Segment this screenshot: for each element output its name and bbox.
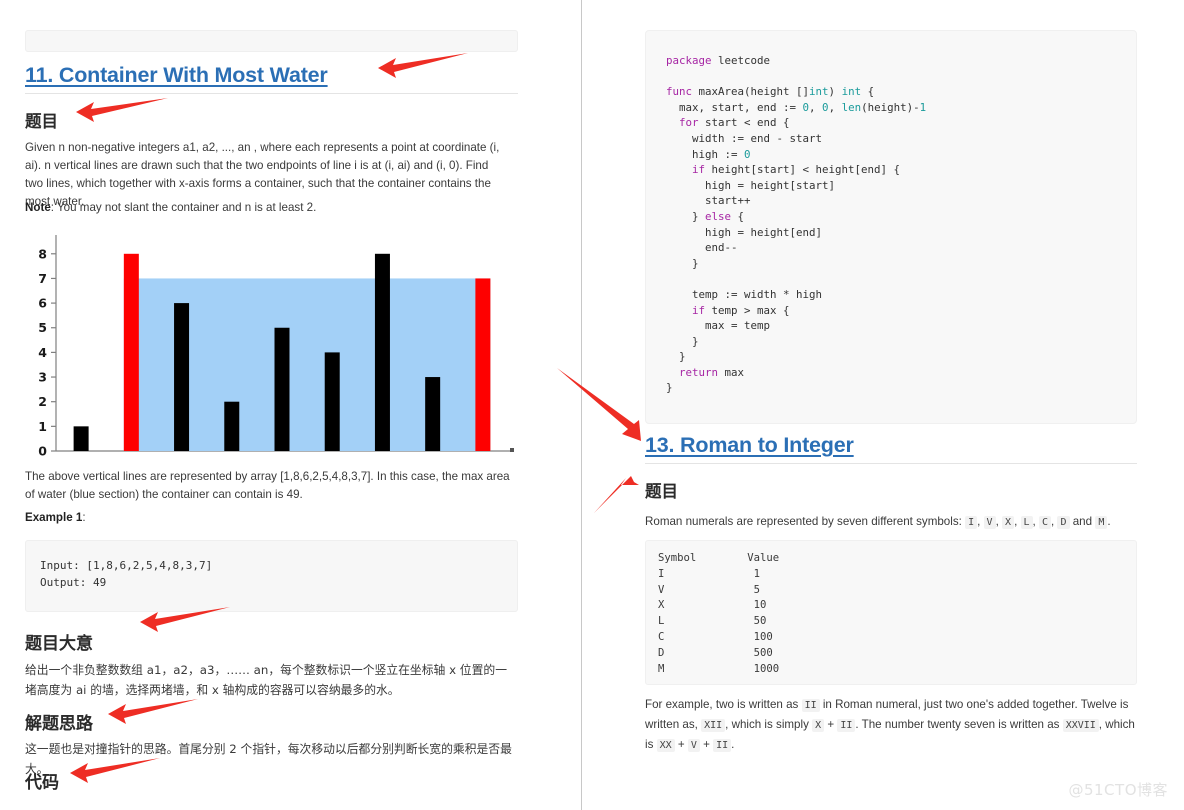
code-token: if	[692, 163, 706, 177]
title-divider	[25, 93, 518, 94]
note-text: : You may not slant the container and n …	[50, 201, 317, 214]
page-root: 11. Container With Most Water 题目 Given n…	[0, 0, 1184, 810]
roman-numeral-chip: II	[801, 699, 820, 712]
chart-y-tick-label: 1	[38, 419, 47, 434]
chart-axis-endcap	[510, 448, 514, 452]
roman-numeral-chip: X	[812, 719, 825, 732]
chart-bar	[374, 253, 390, 451]
roman-symbol-chip: D	[1057, 516, 1070, 529]
roman-numeral-chip: XXVII	[1062, 719, 1099, 732]
heading-idea: 解题思路	[25, 714, 93, 734]
site-watermark: @51CTO博客	[1068, 781, 1168, 799]
heading-code: 代码	[25, 773, 59, 793]
code-token: if	[692, 303, 706, 317]
chart-svg: 0 1 2 3 4 5 6 7 8	[38, 235, 514, 459]
example-code-block: Input: [1,8,6,2,5,4,8,3,7] Output: 49	[25, 540, 518, 612]
chart-y-tick-label: 4	[38, 345, 47, 360]
code-token: leetcode	[718, 54, 771, 67]
chart-y-tick-label: 6	[38, 296, 47, 311]
code-token: len	[841, 100, 862, 114]
roman-numeral-chip: II	[837, 719, 856, 732]
chart-y-tick-label: 5	[38, 320, 47, 335]
example-code-text: Input: [1,8,6,2,5,4,8,3,7] Output: 49	[40, 559, 213, 589]
roman-numeral-chip: II	[713, 739, 732, 752]
roman-intro-text: Roman numerals are represented by seven …	[645, 515, 1111, 529]
code-token: 1	[919, 100, 927, 114]
roman-numeral-chip: V	[687, 739, 700, 752]
code-token: 0	[744, 147, 751, 161]
example-label: Example 1	[25, 511, 83, 524]
code-token: int	[841, 85, 862, 99]
page-title-container-with-most-water[interactable]: 11. Container With Most Water	[25, 63, 328, 88]
code-token: else	[705, 209, 732, 223]
roman-numeral-chip: XX	[656, 739, 675, 752]
code-token: )	[828, 85, 842, 99]
example-label-line: Example 1:	[25, 509, 86, 527]
code-token: func	[666, 85, 693, 99]
go-solution-code-block: package leetcode func maxArea(height []i…	[645, 30, 1137, 424]
roman-symbol-chip: V	[983, 516, 996, 529]
code-token: ,	[828, 100, 842, 114]
idea-text: 这一题也是对撞指针的思路。首尾分别 2 个指针，每次移动以后都分别判断长宽的乘积…	[25, 742, 512, 776]
code-token: maxArea(height []	[692, 85, 810, 99]
chart-y-tick-label: 0	[38, 444, 47, 459]
chart-caption: The above vertical lines are represented…	[25, 470, 510, 501]
code-token: for	[679, 116, 699, 130]
note-label: Note	[25, 201, 51, 214]
roman-example-paragraph: For example, two is written as II in Rom…	[645, 698, 1135, 752]
chart-bar	[425, 377, 441, 451]
roman-symbol-chip: L	[1020, 516, 1033, 529]
example-colon: :	[82, 511, 86, 524]
chart-bar	[475, 278, 491, 451]
chart-y-tick-label: 3	[38, 370, 47, 385]
roman-symbol-table-text: Symbol Value I 1 V 5 X 10 L 50 C 100 D 5…	[658, 552, 780, 675]
roman-symbol-chip: I	[965, 516, 978, 529]
container-water-chart: 0 1 2 3 4 5 6 7 8	[25, 235, 520, 460]
code-token: return	[679, 365, 719, 379]
code-token: ,	[809, 100, 823, 114]
roman-numeral-chip: XII	[701, 719, 726, 732]
code-token: (height)-	[861, 100, 920, 114]
summary-text: 给出一个非负整数数组 a1，a2，a3，…… an，每个整数标识一个竖立在坐标轴…	[25, 663, 507, 697]
roman-symbol-chip: C	[1039, 516, 1052, 529]
chart-bar	[73, 426, 89, 451]
heading-problem: 题目	[25, 112, 58, 131]
code-block-stub	[25, 30, 518, 52]
code-token: { high = height[end] end-- } temp := wid…	[692, 209, 823, 301]
go-code-text: package leetcode func maxArea(height []i…	[666, 53, 1116, 396]
chart-y-tick-label: 2	[38, 394, 47, 409]
left-column: 11. Container With Most Water 题目 Given n…	[0, 0, 581, 810]
chart-bar	[123, 253, 139, 451]
chart-bar	[324, 352, 340, 451]
chart-bar	[174, 303, 190, 451]
roman-symbol-table: Symbol Value I 1 V 5 X 10 L 50 C 100 D 5…	[645, 540, 1137, 685]
problem-note: Note: You may not slant the container an…	[25, 199, 507, 217]
chart-bar	[224, 401, 240, 451]
roman-symbol-chip: M	[1095, 516, 1108, 529]
page-title-roman-to-integer[interactable]: 13. Roman to Integer	[645, 433, 854, 458]
code-token: int	[809, 85, 829, 99]
chart-y-tick-label: 7	[38, 271, 47, 286]
title-divider-2	[645, 463, 1137, 464]
chart-bar	[274, 327, 290, 451]
roman-symbol-chip: X	[1002, 516, 1015, 529]
chart-y-ticks: 0 1 2 3 4 5 6 7 8	[38, 246, 56, 459]
chart-y-tick-label: 8	[38, 246, 47, 261]
code-token: package	[666, 54, 712, 67]
heading-summary: 题目大意	[25, 634, 93, 654]
heading-problem-roman: 题目	[645, 482, 678, 501]
